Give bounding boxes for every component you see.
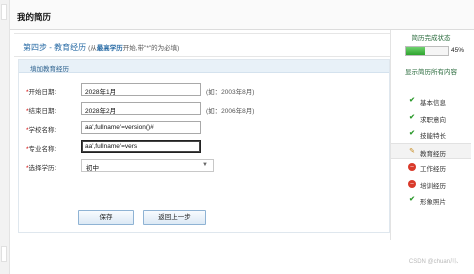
sidebar-item-skills[interactable]: ✔ 技能特长 [391,126,471,143]
degree-select-value: 初中 [86,165,99,172]
degree-label: *选择学历: [26,162,86,172]
end-date-hint: (如：2006年8月) [206,108,255,115]
major-name-label: *专业名称: [26,143,86,153]
start-date-label-text: 开始日期: [28,89,57,96]
left-strip [0,0,10,274]
pencil-icon: ✎ [409,147,415,155]
no-entry-icon: – [408,179,416,188]
left-strip-tab [1,246,7,262]
degree-select[interactable]: 初中 ▼ [81,159,214,172]
progress-percent: 45% [451,47,465,54]
major-name-input[interactable]: aa',fullname'=vers [81,140,201,153]
watermark: CSDN @chuan川、 [408,259,462,265]
chevron-down-icon: ▼ [202,162,208,168]
sidebar-item-label: 培训经历 [420,182,446,190]
page-header: 我的简历 [10,0,474,30]
step-hint: (从最高学历开始,带"*"的为必填) [88,45,179,52]
sidebar-item-label: 教育经历 [420,150,446,158]
left-strip-tab [1,4,7,20]
step-header: 第四步 - 教育经历 (从最高学历开始,带"*"的为必填) [14,33,390,57]
sidebar-item-photo[interactable]: ✔ 形象照片 [391,192,471,209]
sidebar-item-work-experience[interactable]: – 工作经历 [391,159,471,176]
save-button[interactable]: 保存 [78,210,134,225]
no-entry-icon: – [408,163,416,171]
sidebar-item-label: 工作经历 [420,166,446,173]
sidebar-item-label: 求职意向 [420,116,446,124]
check-icon: ✔ [409,196,415,203]
start-date-label: *开始日期: [26,86,86,96]
section-nav: ✔ 基本信息 ✔ 求职意向 ✔ 技能特长 ✎ 教育经历 – 工作经历 – 培训经… [391,93,471,209]
major-name-label-text: 专业名称: [28,146,57,153]
school-name-label: *学校名称: [26,124,86,134]
step-hint-prefix: (从 [88,45,97,52]
sidebar-item-label: 形象照片 [420,199,446,206]
field-major-name: *专业名称: aa',fullname'=vers [19,140,389,154]
school-name-label-text: 学校名称: [28,127,57,134]
show-all-link[interactable]: 显示简历所有内容 [391,63,471,76]
sidebar-item-education[interactable]: ✎ 教育经历 [391,142,471,159]
form-card-title: 填加教育经历 [30,66,69,73]
check-icon: ✔ [409,113,415,121]
back-button[interactable]: 返回上一步 [143,210,206,225]
step-title: 第四步 - 教育经历 [23,43,87,52]
page-title: 我的简历 [17,12,52,22]
sidebar-title: 简历完成状态 [411,35,451,42]
sidebar-item-job-intention[interactable]: ✔ 求职意向 [391,110,471,127]
start-date-input[interactable]: 2028年1月 [81,83,201,96]
sidebar-item-basic-info[interactable]: ✔ 基本信息 [391,93,471,110]
progress-fill [406,47,425,55]
sidebar-item-label: 基本信息 [420,100,446,107]
sidebar-item-training[interactable]: – 培训经历 [391,176,471,193]
start-date-hint: (如：2003年8月) [206,89,255,96]
education-form: 填加教育经历 *开始日期: 2028年1月 (如：2003年8月) *结束日期:… [18,59,390,233]
completion-progress-bar [405,46,449,56]
field-end-date: *结束日期: 2028年2月 (如：2006年8月) [19,102,389,116]
step-hint-bold: 最高学历 [96,45,123,52]
sidebar-item-label: 技能特长 [420,133,446,140]
step-text: 第四步 - 教育经历 (从最高学历开始,带"*"的为必填) [23,42,179,53]
field-degree: *选择学历: 初中 ▼ [19,159,389,173]
check-icon: ✔ [409,130,415,137]
field-school-name: *学校名称: aa',fullname'=version()# [19,121,389,135]
main-content: 第四步 - 教育经历 (从最高学历开始,带"*"的为必填) 填加教育经历 *开始… [14,30,390,270]
resume-status-sidebar: 简历完成状态 45% 显示简历所有内容 ✔ 基本信息 ✔ 求职意向 ✔ 技能特长… [390,30,471,240]
end-date-input[interactable]: 2028年2月 [81,102,201,115]
form-card-header: 填加教育经历 [19,60,389,73]
check-icon: ✔ [409,97,415,104]
end-date-label: *结束日期: [26,105,86,115]
school-name-input[interactable]: aa',fullname'=version()# [81,121,201,134]
degree-label-text: 选择学历: [28,165,57,172]
field-start-date: *开始日期: 2028年1月 (如：2003年8月) [19,83,389,97]
end-date-label-text: 结束日期: [28,108,57,115]
step-hint-suffix: 开始,带"*"的为必填) [122,45,180,52]
